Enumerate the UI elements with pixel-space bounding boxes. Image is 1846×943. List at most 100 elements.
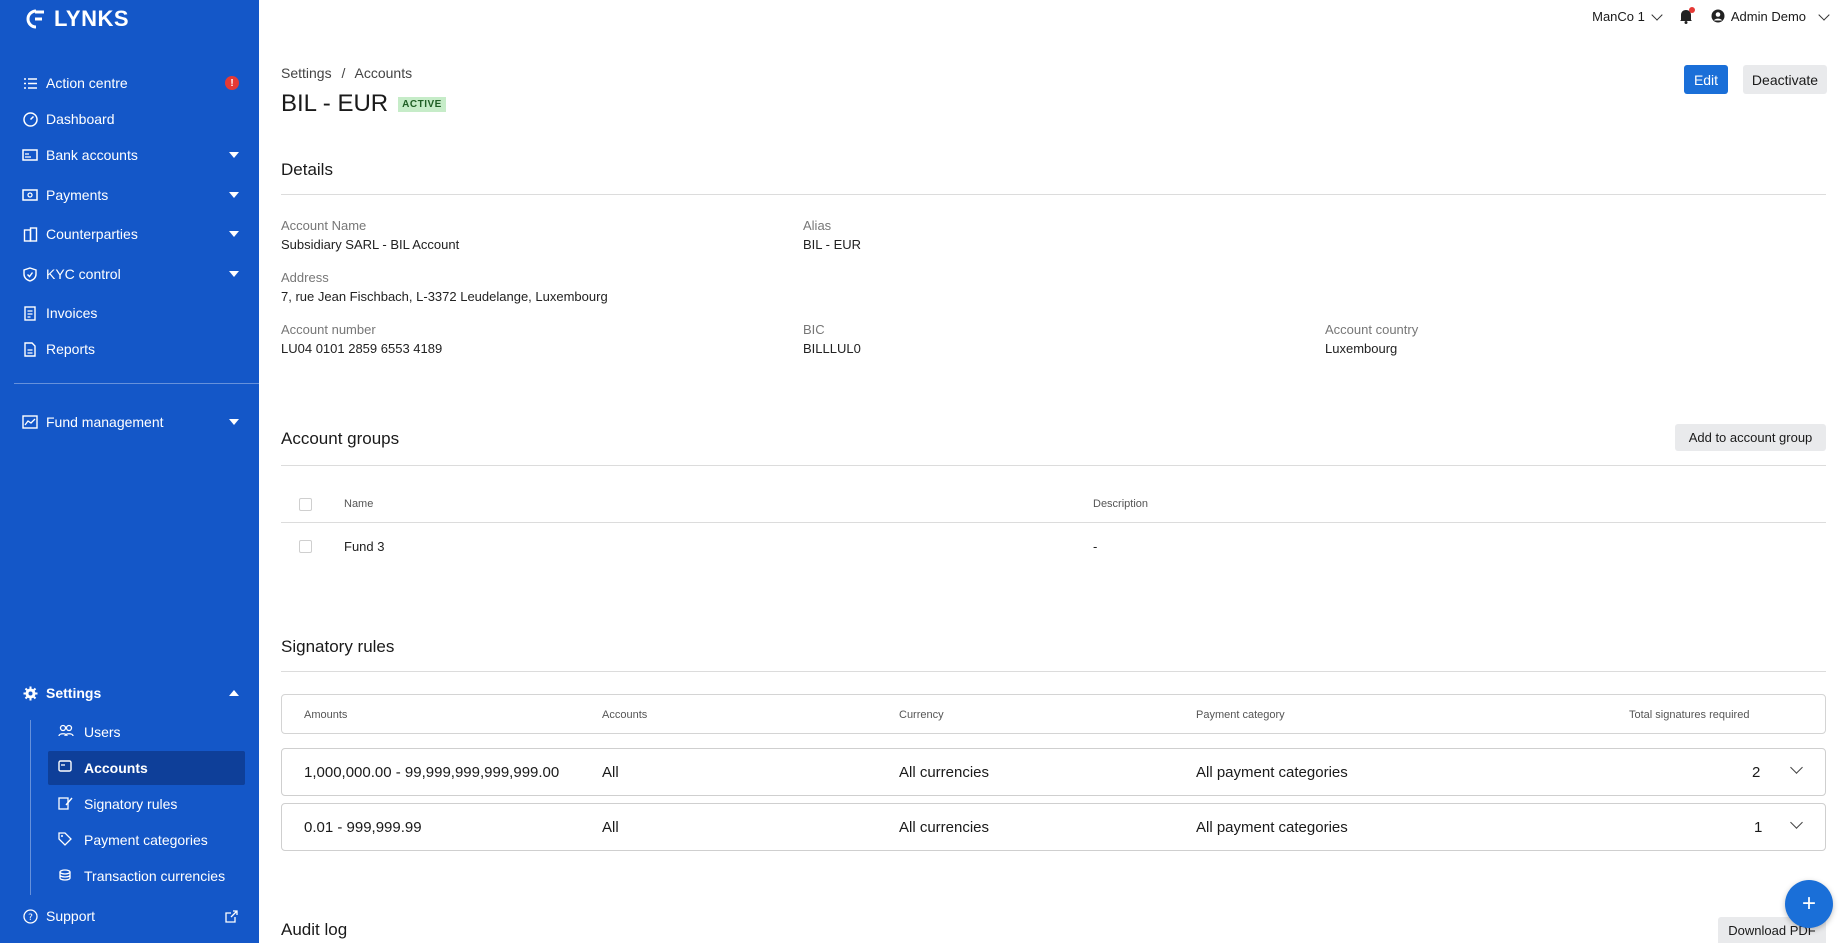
entity-switcher[interactable]: ManCo 1: [1592, 8, 1663, 24]
chevron-down-icon: [1651, 8, 1663, 21]
account-country-value: Luxembourg: [1325, 341, 1398, 356]
logo-text: LYNKS: [54, 6, 130, 31]
sidebar-item-support[interactable]: ? Support: [22, 901, 239, 931]
external-link-icon: [223, 908, 239, 924]
rule-signatures: 2: [1752, 764, 1761, 781]
rule-row[interactable]: 1,000,000.00 - 99,999,999,999,999.00 All…: [281, 748, 1826, 796]
logo[interactable]: LYNKS: [24, 6, 129, 32]
rule-amounts: 1,000,000.00 - 99,999,999,999,999.00: [304, 764, 560, 781]
column-header-accounts: Accounts: [602, 709, 648, 721]
sidebar: LYNKS Action centre ! Dashboard Bank acc…: [0, 0, 259, 943]
caret-down-icon: [229, 192, 239, 198]
user-menu[interactable]: Admin Demo: [1711, 8, 1830, 24]
sidebar-subitem-label: Payment categories: [84, 832, 208, 848]
table-header-divider: [281, 522, 1826, 523]
breadcrumb-separator: /: [341, 65, 346, 81]
sidebar-item-dashboard[interactable]: Dashboard: [22, 104, 239, 134]
tag-icon: [58, 832, 74, 848]
sidebar-item-label: KYC control: [46, 266, 121, 282]
sidebar-item-fund-management[interactable]: Fund management: [22, 407, 239, 437]
chevron-down-icon: [1818, 8, 1830, 21]
sidebar-item-label: Fund management: [46, 414, 164, 430]
details-heading: Details: [281, 160, 333, 179]
caret-down-icon: [229, 231, 239, 237]
alias-label: Alias: [803, 218, 832, 233]
sidebar-divider: [14, 383, 259, 384]
edit-button[interactable]: Edit: [1684, 65, 1728, 94]
coins-icon: [58, 868, 74, 884]
row-checkbox[interactable]: [299, 540, 312, 553]
column-header-total-signatures: Total signatures required: [1629, 709, 1750, 721]
signatory-rules-divider: [281, 671, 1826, 672]
add-to-account-group-button[interactable]: Add to account group: [1675, 424, 1826, 451]
user-avatar-icon: [1711, 9, 1725, 23]
rule-currency: All currencies: [899, 819, 990, 836]
sidebar-item-invoices[interactable]: Invoices: [22, 298, 239, 328]
subnav-line: [30, 720, 31, 895]
column-header-name[interactable]: Name: [344, 498, 373, 510]
users-icon: [58, 724, 74, 740]
caret-up-icon: [229, 690, 239, 696]
shield-check-icon: [22, 266, 38, 282]
sidebar-item-counterparties[interactable]: Counterparties: [22, 219, 239, 249]
bic-label: BIC: [803, 322, 825, 337]
address-value: 7, rue Jean Fischbach, L-3372 Leudelange…: [281, 289, 608, 304]
column-header-amounts: Amounts: [304, 709, 348, 721]
report-icon: [22, 341, 38, 357]
deactivate-button[interactable]: Deactivate: [1743, 65, 1827, 94]
account-name-label: Account Name: [281, 218, 367, 233]
entity-name: ManCo 1: [1592, 8, 1645, 24]
user-name: Admin Demo: [1730, 8, 1806, 24]
sidebar-item-label: Reports: [46, 341, 96, 357]
sidebar-item-label: Counterparties: [46, 226, 138, 242]
caret-down-icon: [229, 271, 239, 277]
account-card-icon: [58, 760, 74, 776]
account-country-label: Account country: [1325, 322, 1419, 337]
sidebar-subitem-transaction-currencies[interactable]: Transaction currencies: [48, 859, 245, 893]
status-badge: ACTIVE: [398, 96, 446, 112]
rule-payment-category: All payment categories: [1196, 764, 1348, 781]
sidebar-item-label: Settings: [46, 685, 102, 701]
payment-icon: [22, 187, 38, 203]
chevron-down-icon[interactable]: [1790, 761, 1803, 774]
breadcrumb-settings[interactable]: Settings: [281, 65, 332, 81]
bic-value: BILLLUL0: [803, 341, 861, 356]
bank-card-icon: [22, 147, 38, 163]
sidebar-subitem-label: Signatory rules: [84, 796, 178, 812]
rule-currency: All currencies: [899, 764, 990, 781]
address-label: Address: [281, 270, 329, 285]
column-header-description[interactable]: Description: [1093, 498, 1148, 510]
sidebar-item-settings[interactable]: Settings: [22, 678, 239, 708]
lynks-logo-icon: [26, 9, 44, 29]
sidebar-item-bank-accounts[interactable]: Bank accounts: [22, 140, 239, 170]
chevron-down-icon[interactable]: [1790, 816, 1803, 829]
sidebar-item-label: Invoices: [46, 305, 98, 321]
sidebar-item-reports[interactable]: Reports: [22, 334, 239, 364]
add-fab-button[interactable]: +: [1785, 880, 1833, 928]
rule-accounts: All: [602, 764, 619, 781]
caret-down-icon: [229, 152, 239, 158]
audit-log-heading: Audit log: [281, 920, 348, 939]
notification-dot: [1688, 7, 1695, 13]
column-header-currency: Currency: [899, 709, 944, 721]
page-title: BIL - EUR ACTIVE: [281, 90, 446, 118]
group-description: -: [1093, 539, 1098, 554]
sidebar-item-kyc-control[interactable]: KYC control: [22, 259, 239, 289]
rules-table-header: Amounts Accounts Currency Payment catego…: [281, 694, 1826, 734]
rule-row[interactable]: 0.01 - 999,999.99 All All currencies All…: [281, 803, 1826, 851]
notifications-button[interactable]: [1679, 7, 1695, 24]
sidebar-subitem-accounts[interactable]: Accounts: [48, 751, 245, 785]
sidebar-item-payments[interactable]: Payments: [22, 180, 239, 210]
alias-value: BIL - EUR: [803, 237, 862, 252]
sidebar-subitem-users[interactable]: Users: [48, 715, 245, 749]
sidebar-subitem-label: Users: [84, 724, 121, 740]
sidebar-subitem-payment-categories[interactable]: Payment categories: [48, 823, 245, 857]
account-number-label: Account number: [281, 322, 376, 337]
sidebar-subitem-label: Accounts: [84, 760, 148, 776]
select-all-checkbox[interactable]: [299, 498, 312, 511]
sidebar-subitem-signatory-rules[interactable]: Signatory rules: [48, 787, 245, 821]
invoice-icon: [22, 305, 38, 321]
sidebar-subitem-label: Transaction currencies: [84, 868, 226, 884]
sidebar-item-action-centre[interactable]: Action centre !: [22, 68, 239, 98]
list-check-icon: [22, 75, 38, 91]
